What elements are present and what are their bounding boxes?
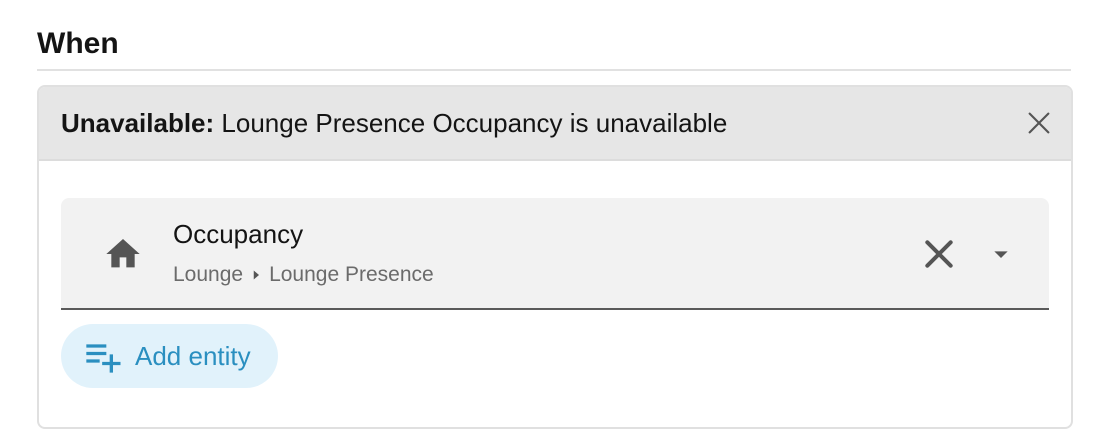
trigger-summary-text: Lounge Presence Occupancy is unavailable — [221, 108, 728, 138]
playlist-plus-icon — [86, 344, 121, 373]
trigger-summary: Unavailable: Lounge Presence Occupancy i… — [61, 105, 727, 141]
add-entity-button[interactable]: Add entity — [61, 324, 278, 388]
trigger-kind-label: Unavailable: — [61, 108, 215, 138]
entity-device: Lounge Presence — [269, 263, 434, 286]
caret-down-icon[interactable] — [985, 238, 1017, 270]
section-divider — [37, 69, 1071, 71]
caret-right-icon — [253, 270, 260, 280]
entity-picker[interactable]: Occupancy Lounge Lounge Presence — [61, 198, 1049, 310]
close-icon[interactable] — [1023, 107, 1055, 139]
section-title: When — [37, 27, 119, 60]
home-icon — [106, 239, 140, 268]
entity-area: Lounge — [173, 263, 244, 286]
entity-name: Occupancy — [173, 219, 304, 249]
entity-path: Lounge Lounge Presence — [173, 260, 434, 290]
trigger-card: Unavailable: Lounge Presence Occupancy i… — [37, 85, 1073, 429]
trigger-card-header[interactable]: Unavailable: Lounge Presence Occupancy i… — [39, 87, 1071, 161]
clear-entity-icon[interactable] — [919, 234, 959, 274]
add-entity-label: Add entity — [135, 340, 251, 371]
